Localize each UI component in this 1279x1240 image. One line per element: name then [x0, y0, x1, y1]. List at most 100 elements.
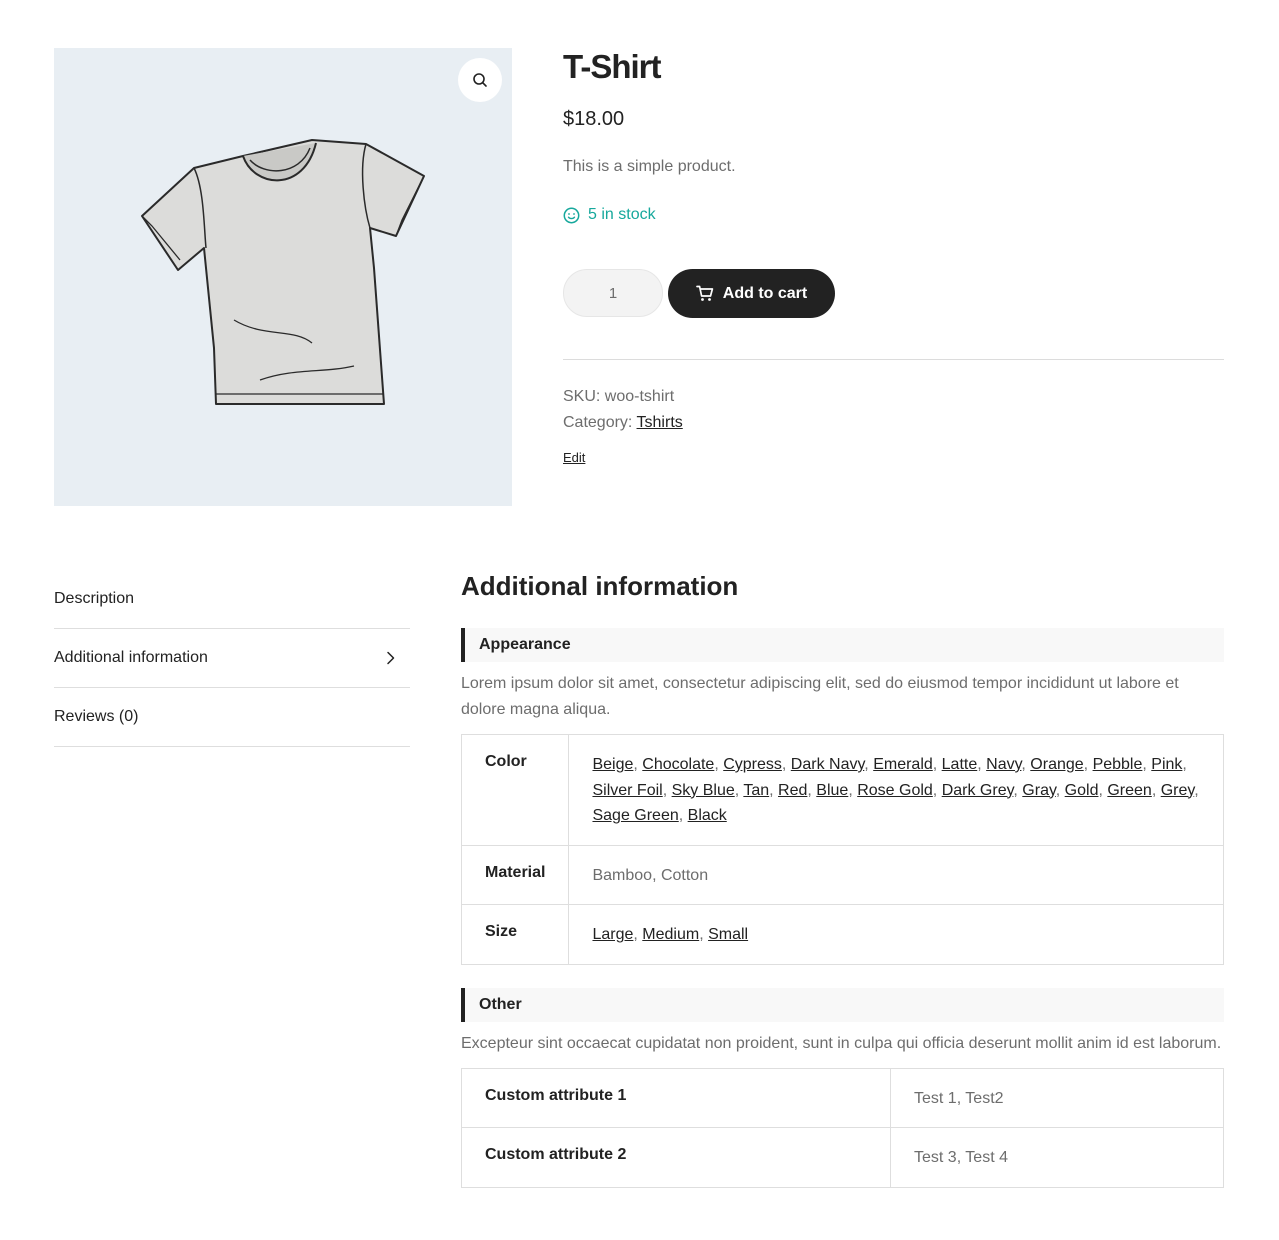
separator: , [956, 1089, 966, 1107]
attribute-value-link[interactable]: Dark Grey [942, 782, 1014, 799]
attribute-group: Appearance Lorem ipsum dolor sit amet, co… [460, 628, 1224, 965]
short-description: This is a simple product. [563, 158, 736, 175]
separator: , [769, 781, 779, 799]
attribute-value-link[interactable]: Silver Foil [592, 782, 662, 799]
separator: , [699, 926, 709, 943]
attribute-value-link[interactable]: Chocolate [642, 756, 714, 773]
attribute-value: Test 4 [965, 1149, 1008, 1166]
separator: , [1182, 756, 1187, 773]
magnifier-icon [473, 73, 487, 87]
table-row: Color Beige, Chocolate, Cypress, Dark Nav… [460, 734, 1224, 846]
panel-heading: Additional information [461, 571, 739, 601]
attribute-value-link[interactable]: Navy [986, 756, 1021, 773]
separator: , [1083, 756, 1093, 773]
table-row: Custom attribute 2 Test 3, Test 4 [461, 1127, 1224, 1188]
attribute-value-link[interactable]: Dark Navy [791, 756, 865, 773]
separator: , [1142, 756, 1152, 773]
attribute-value: Test 1 [914, 1089, 957, 1107]
separator: , [807, 781, 817, 799]
attribute-value: Test2 [965, 1089, 1004, 1107]
attribute-value-link[interactable]: Red [778, 782, 807, 799]
edit-link[interactable]: Edit [563, 450, 585, 465]
tab-label: Description [54, 590, 135, 607]
category-link[interactable]: Tshirts [637, 414, 683, 431]
divider [563, 359, 1224, 360]
attribute-value-link[interactable]: Small [708, 926, 748, 943]
separator: , [662, 781, 672, 799]
add-to-cart-button[interactable]: Add to cart [668, 269, 835, 318]
attribute-value-link[interactable]: Grey [1161, 782, 1194, 799]
attribute-label: Material [460, 844, 570, 905]
attribute-label: Color [460, 734, 570, 846]
separator: , [652, 866, 661, 884]
attribute-label: Custom attribute 1 [461, 1067, 891, 1128]
tab-additional-information[interactable]: Additional information [54, 629, 410, 688]
separator: , [977, 756, 987, 773]
separator: , [1021, 756, 1031, 773]
attribute-value-link[interactable]: Sky Blue [672, 782, 735, 799]
product-tabs: Description Additional information Revie… [54, 570, 410, 747]
product-summary: T-Shirt $18.00 This is a simple product.… [563, 48, 1224, 465]
product-title: T-Shirt [563, 48, 662, 85]
attribute-values: Test 3, Test 4 [890, 1127, 1224, 1188]
add-to-cart-label: Add to cart [722, 284, 808, 302]
quantity-input[interactable]: 1 [563, 269, 663, 317]
group-description: Excepteur sint occaecat cupidatat non pr… [461, 1034, 1222, 1052]
attribute-value-link[interactable]: Pink [1151, 756, 1182, 773]
attribute-value-link[interactable]: Black [688, 807, 727, 824]
chevron-right-icon [387, 651, 395, 665]
attribute-values: Beige, Chocolate, Cypress, Dark Navy, Em… [568, 734, 1224, 846]
table-row: Size Large, Medium, Small [460, 904, 1224, 965]
attributes-table: Custom attribute 1 Test 1, Test2 Custom at… [461, 1067, 1224, 1188]
attribute-value: Test 3 [914, 1149, 957, 1166]
separator: , [714, 756, 724, 773]
attribute-value-link[interactable]: Latte [942, 756, 978, 773]
attribute-groups: Appearance Lorem ipsum dolor sit amet, co… [460, 628, 1224, 1188]
attribute-value-link[interactable]: Pebble [1093, 756, 1143, 773]
tshirt-image [141, 139, 425, 405]
attribute-value-link[interactable]: Cypress [723, 756, 782, 773]
separator: , [932, 756, 942, 773]
attribute-values: Bamboo, Cotton [568, 844, 1224, 905]
product-meta: SKU: woo-tshirt Category: Tshirts [563, 384, 683, 436]
attribute-label: Size [460, 904, 570, 965]
stock-text: 5 in stock [588, 206, 656, 223]
sku-value: woo-tshirt [604, 388, 675, 405]
group-description: Lorem ipsum dolor sit amet, consectetur … [461, 675, 1179, 718]
tab-reviews[interactable]: Reviews (0) [54, 688, 410, 747]
attribute-group: Other Excepteur sint occaecat cupidatat n… [461, 987, 1224, 1188]
attribute-value: Bamboo [592, 866, 653, 884]
zoom-button[interactable] [458, 58, 502, 102]
stock-status: 5 in stock [563, 206, 656, 224]
table-row: Custom attribute 1 Test 1, Test2 [461, 1067, 1224, 1128]
separator: , [864, 756, 874, 773]
cart-form: 1 Add to cart [563, 269, 835, 318]
attribute-value-link[interactable]: Gray [1022, 782, 1055, 799]
category-line: Category: Tshirts [563, 410, 683, 436]
attribute-value-link[interactable]: Rose Gold [857, 782, 933, 799]
separator: , [956, 1149, 966, 1166]
separator: , [678, 807, 688, 824]
attribute-value-link[interactable]: Blue [816, 782, 848, 799]
tab-label: Additional information [54, 649, 208, 666]
attribute-value-link[interactable]: Sage Green [592, 807, 678, 824]
attribute-value-link[interactable]: Gold [1065, 782, 1099, 799]
attributes-table: Color Beige, Chocolate, Cypress, Dark Nav… [460, 734, 1224, 965]
attribute-value-link[interactable]: Orange [1030, 756, 1083, 773]
table-row: Material Bamboo, Cotton [460, 844, 1224, 905]
product-image[interactable] [54, 48, 512, 506]
separator: , [1194, 781, 1199, 799]
attribute-value-link[interactable]: Beige [592, 756, 633, 773]
attribute-value-link[interactable]: Large [592, 926, 633, 943]
attribute-values: Test 1, Test2 [890, 1067, 1224, 1128]
separator: , [848, 781, 858, 799]
attribute-value-link[interactable]: Tan [743, 782, 769, 799]
tab-description[interactable]: Description [54, 570, 410, 629]
attribute-value-link[interactable]: Medium [642, 926, 699, 943]
separator: , [1013, 781, 1023, 799]
attribute-value-link[interactable]: Emerald [873, 756, 933, 773]
tab-label: Reviews (0) [54, 708, 139, 725]
smiley-icon [563, 207, 580, 223]
attribute-value-link[interactable]: Green [1107, 782, 1151, 799]
sku-line: SKU: woo-tshirt [563, 384, 683, 410]
